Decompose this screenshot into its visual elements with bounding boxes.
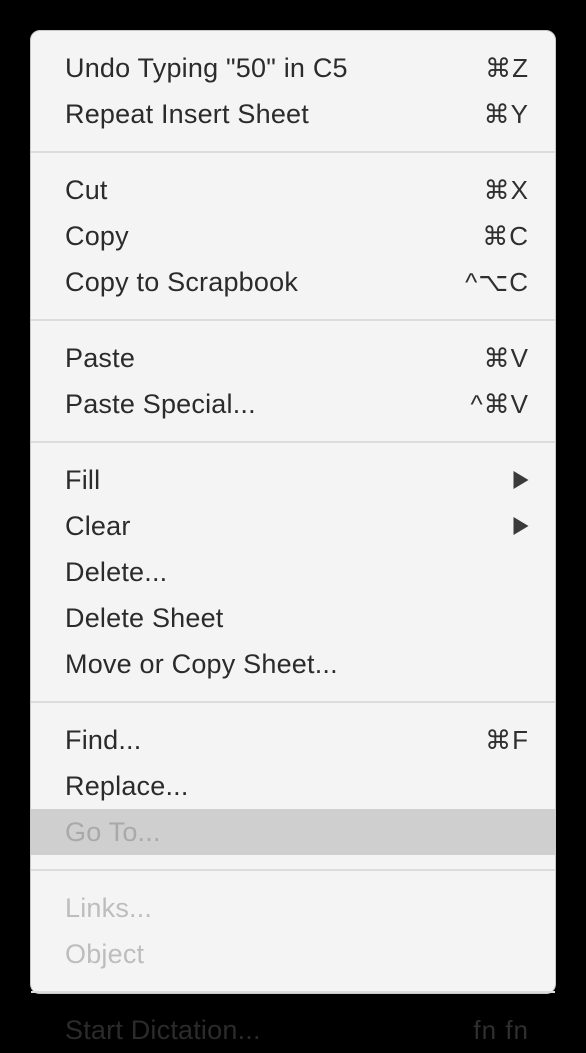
menu-item-label: Delete... [65,557,529,588]
menu-item-label: Go To... [65,817,529,848]
menu-item-fill[interactable]: Fill [31,457,555,503]
menu-item-label: Paste Special... [65,389,458,420]
menu-item-delete-sheet[interactable]: Delete Sheet [31,595,555,641]
menu-item-go-to[interactable]: Go To... [31,809,555,855]
menu-item-label: Object [65,939,529,970]
submenu-arrow-icon [513,517,529,535]
menu-item-label: Copy to Scrapbook [65,267,453,298]
menu-item-undo[interactable]: Undo Typing "50" in C5 ⌘Z [31,45,555,91]
menu-item-label: Copy [65,221,470,252]
menu-item-paste[interactable]: Paste ⌘V [31,335,555,381]
menu-separator [31,441,555,443]
menu-item-label: Move or Copy Sheet... [65,649,529,680]
menu-item-label: Clear [65,511,501,542]
menu-item-shortcut: ⌘V [484,343,529,374]
menu-item-cut[interactable]: Cut ⌘X [31,167,555,213]
menu-window-frame: Undo Typing "50" in C5 ⌘Z Repeat Insert … [26,26,560,998]
menu-item-start-dictation[interactable]: Start Dictation... fn fn [31,1007,555,1053]
menu-item-shortcut: fn fn [473,1015,529,1046]
menu-item-object: Object [31,931,555,977]
edit-menu: Undo Typing "50" in C5 ⌘Z Repeat Insert … [30,30,556,994]
menu-item-shortcut: ⌘Y [484,99,529,130]
menu-item-label: Start Dictation... [65,1015,461,1046]
menu-item-links: Links... [31,885,555,931]
menu-item-label: Undo Typing "50" in C5 [65,53,473,84]
menu-item-find[interactable]: Find... ⌘F [31,717,555,763]
menu-separator [31,701,555,703]
menu-separator [31,319,555,321]
menu-item-label: Delete Sheet [65,603,529,634]
menu-item-label: Find... [65,725,473,756]
menu-item-label: Replace... [65,771,529,802]
menu-item-shortcut: ⌘Z [485,53,529,84]
menu-item-copy[interactable]: Copy ⌘C [31,213,555,259]
menu-item-shortcut: ⌘F [485,725,529,756]
menu-item-shortcut: ⌘C [482,221,529,252]
menu-separator [31,991,555,993]
menu-item-paste-special[interactable]: Paste Special... ^⌘V [31,381,555,427]
menu-item-label: Repeat Insert Sheet [65,99,472,130]
menu-item-delete[interactable]: Delete... [31,549,555,595]
menu-item-move-or-copy-sheet[interactable]: Move or Copy Sheet... [31,641,555,687]
menu-item-label: Links... [65,893,529,924]
submenu-arrow-icon [513,471,529,489]
menu-item-label: Fill [65,465,501,496]
menu-item-label: Paste [65,343,472,374]
menu-separator [31,151,555,153]
menu-item-shortcut: ^⌘V [470,389,529,420]
menu-item-copy-to-scrapbook[interactable]: Copy to Scrapbook ^⌥C [31,259,555,305]
menu-item-label: Cut [65,175,472,206]
menu-item-repeat[interactable]: Repeat Insert Sheet ⌘Y [31,91,555,137]
menu-separator [31,869,555,871]
menu-item-shortcut: ^⌥C [465,267,529,298]
menu-item-replace[interactable]: Replace... [31,763,555,809]
menu-item-shortcut: ⌘X [484,175,529,206]
menu-item-clear[interactable]: Clear [31,503,555,549]
